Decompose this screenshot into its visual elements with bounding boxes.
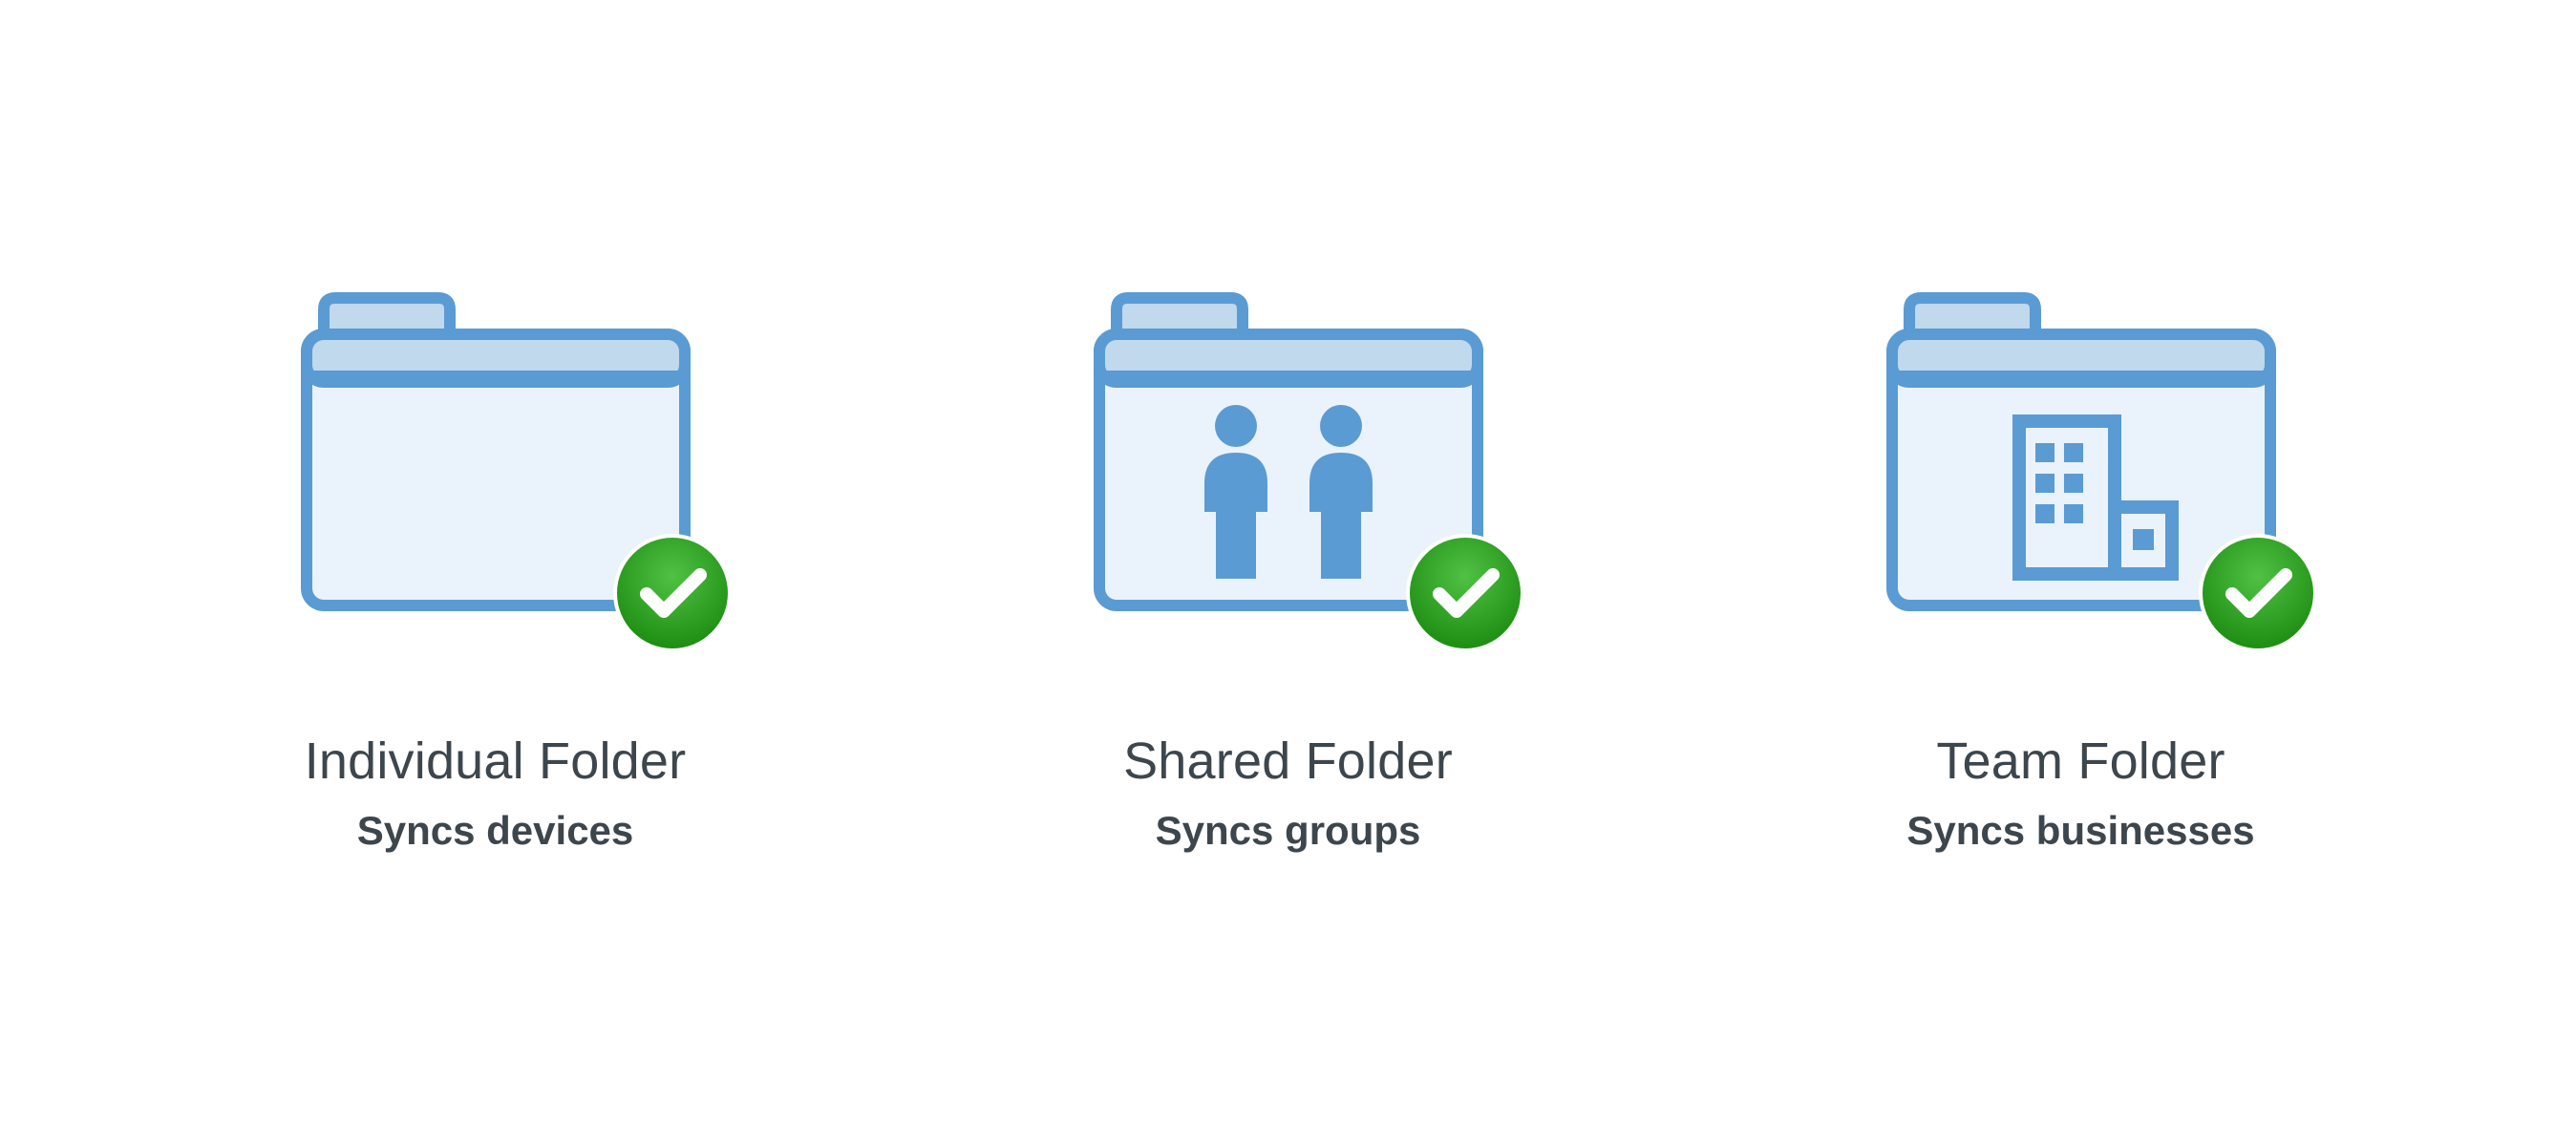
folder-individual-icon xyxy=(295,292,696,617)
folder-team-icon xyxy=(1881,292,2282,617)
card-subtitle: Syncs groups xyxy=(1156,808,1421,854)
folder-shared-icon xyxy=(1088,292,1489,617)
card-title: Individual Folder xyxy=(305,732,687,791)
checkmark-badge-icon xyxy=(610,531,734,655)
card-individual-folder: Individual Folder Syncs devices xyxy=(247,292,744,854)
card-shared-folder: Shared Folder Syncs groups xyxy=(1040,292,1537,854)
card-title: Shared Folder xyxy=(1123,732,1453,791)
checkmark-badge-icon xyxy=(1403,531,1527,655)
card-subtitle: Syncs devices xyxy=(357,808,634,854)
card-subtitle: Syncs businesses xyxy=(1906,808,2254,854)
folder-types-row: Individual Folder Syncs devices xyxy=(247,292,2330,854)
card-title: Team Folder xyxy=(1936,732,2225,791)
checkmark-badge-icon xyxy=(2196,531,2320,655)
card-team-folder: Team Folder Syncs businesses xyxy=(1833,292,2330,854)
